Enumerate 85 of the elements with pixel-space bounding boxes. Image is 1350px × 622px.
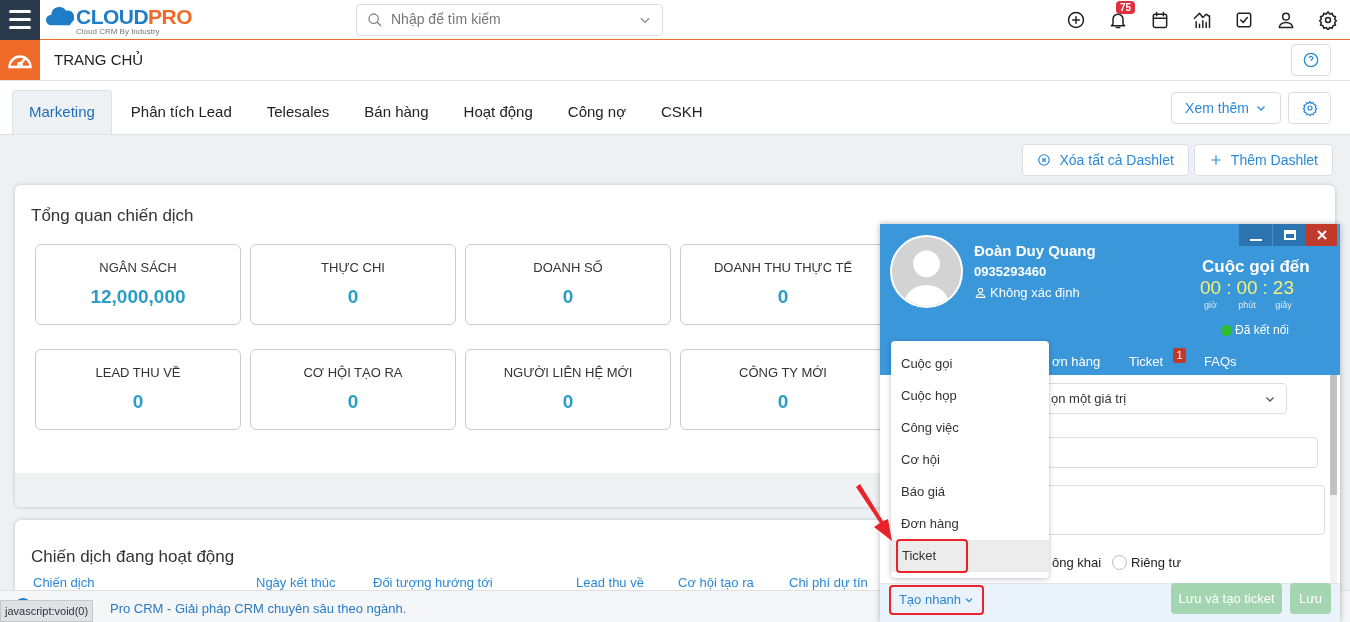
stat-value: 0 [347, 285, 359, 309]
page-title: TRANG CHỦ [54, 49, 144, 70]
column-header[interactable]: Lead thu về [576, 573, 644, 593]
contact-status: Không xác định [990, 284, 1080, 302]
card-title: Chiến dịch đang hoạt động [31, 546, 235, 568]
menu-item[interactable]: Cuộc gọi [891, 348, 1049, 380]
popup-tab[interactable]: Ticket [1129, 352, 1164, 372]
add-icon[interactable] [1066, 9, 1086, 30]
menu-item[interactable]: Báo giá [891, 476, 1049, 508]
timer-unit: giờ [1204, 300, 1218, 310]
stat-value: 0 [777, 285, 789, 309]
menu-item[interactable]: Đơn hàng [891, 508, 1049, 540]
more-button[interactable]: Xem thêm [1171, 92, 1281, 124]
menu-button[interactable] [0, 0, 40, 40]
timer-value: 23 [1272, 276, 1294, 300]
radio-label: ông khai [1052, 554, 1102, 572]
connection-status: Đã kết nối [1235, 322, 1290, 339]
radio-label: Riêng tư [1131, 554, 1181, 572]
plus-icon [1208, 153, 1223, 167]
timer-value: 00 [1200, 276, 1222, 300]
stat-value: 0 [562, 390, 574, 414]
dashboard-tab[interactable]: CSKH [645, 90, 719, 134]
caller-name: Đoàn Duy Quang [974, 241, 1096, 261]
caller-phone: 0935293460 [974, 263, 1047, 281]
stat-label: DOANH SỐ [533, 258, 603, 277]
dashboard-tab[interactable]: Marketing [12, 90, 112, 134]
help-icon [1303, 52, 1319, 68]
footer-text[interactable]: Pro CRM - Giải pháp CRM chuyên sâu theo ngành. [110, 599, 407, 619]
ticket-badge: 1 [1173, 348, 1186, 363]
close-button[interactable] [1306, 224, 1337, 246]
card-title: Tổng quan chiến dịch [31, 205, 194, 227]
settings-button[interactable] [1288, 92, 1331, 124]
quick-create-button[interactable]: Tạo nhanh [889, 585, 984, 615]
timer-separator: : [1261, 276, 1269, 300]
stat-label: THỰC CHI [321, 258, 385, 277]
logo-text: CLOUDPRO [76, 5, 192, 27]
notification-badge: 75 [1116, 0, 1136, 14]
stat-value: 12,000,000 [90, 285, 186, 309]
stat-label: DOANH THU THỰC TẾ [713, 258, 853, 277]
stat-label: CƠ HỘI TẠO RA [303, 363, 403, 382]
column-header[interactable]: Chi phí dự tín [789, 573, 868, 593]
menu-item[interactable]: Cơ hội [891, 444, 1049, 476]
dashboard-tab[interactable]: Bán hàng [348, 90, 445, 134]
stat-label: NGƯỜI LIÊN HỆ MỚI [503, 363, 633, 382]
chevron-down-icon [964, 595, 975, 605]
stat-value: 0 [777, 390, 789, 414]
search-field[interactable]: Nhập để tìm kiếm [356, 3, 663, 36]
popup-tab[interactable]: ơn hàng [1052, 352, 1101, 372]
close-icon [1316, 230, 1327, 240]
stat-label: CÔNG TY MỚI [739, 363, 827, 382]
timer-unit: giây [1275, 300, 1292, 310]
menu-item[interactable]: Ticket [891, 540, 1049, 572]
column-header[interactable]: Đối tượng hướng tới [373, 573, 493, 593]
maximize-button[interactable] [1272, 224, 1306, 246]
dashboard-tab[interactable]: Hoạt động [447, 90, 549, 134]
column-header[interactable]: Ngày kết thúc [256, 573, 336, 593]
menu-item[interactable]: Công việc [891, 412, 1049, 444]
dashboard-tab[interactable]: Công nợ [551, 90, 642, 134]
column-header[interactable]: Cơ hội tạo ra [678, 573, 754, 593]
stat-label: NGÂN SÁCH [99, 258, 177, 277]
dashboard-tab[interactable]: Phân tích Lead [114, 90, 248, 134]
settings-icon[interactable] [1318, 9, 1338, 30]
help-button[interactable] [1291, 44, 1331, 76]
popup-tab[interactable]: FAQs [1204, 352, 1237, 372]
calendar-icon[interactable] [1150, 9, 1170, 30]
dashboard-tab[interactable]: Telesales [250, 90, 346, 134]
clear-icon [1037, 153, 1052, 167]
timer-separator: : [1225, 276, 1233, 300]
status-tooltip: javascript:void(0) [0, 600, 94, 622]
logo-tagline: Cloud CRM By Industry [76, 27, 160, 36]
column-header[interactable]: Chiến dịch [33, 573, 95, 593]
timer-unit: phút [1238, 300, 1256, 310]
user-icon [974, 286, 987, 300]
stat-value: 0 [562, 285, 574, 309]
dashlet-button[interactable]: Thêm Dashlet [1193, 144, 1333, 176]
scrollbar[interactable] [1330, 375, 1337, 495]
stat-value: 0 [132, 390, 144, 414]
stat-value: 0 [347, 390, 359, 414]
search-icon [367, 11, 383, 28]
call-type: Cuộc gọi đến [1202, 256, 1310, 278]
dashlet-button[interactable]: Xóa tất cả Dashlet [1022, 144, 1189, 176]
stat-label: LEAD THU VỀ [95, 363, 181, 382]
radio-button[interactable] [1112, 555, 1127, 571]
minimize-button[interactable] [1239, 224, 1272, 246]
timer-value: 00 [1236, 276, 1258, 300]
